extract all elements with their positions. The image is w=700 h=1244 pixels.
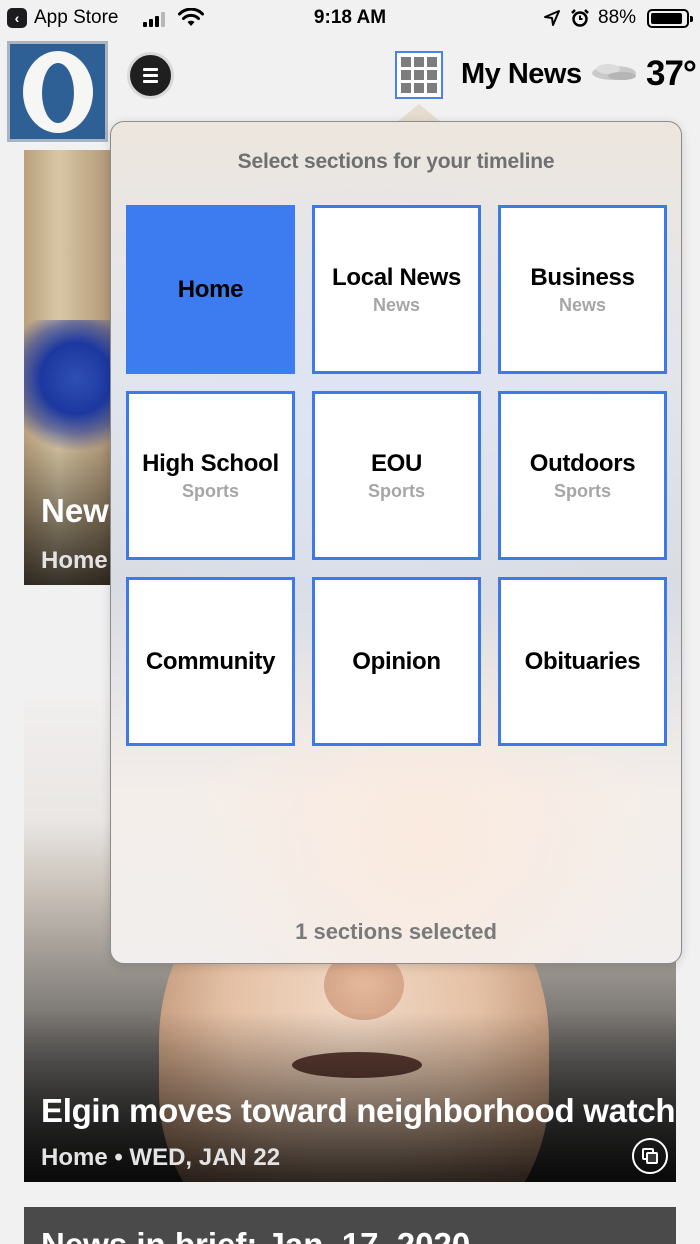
- my-news-title[interactable]: My News: [461, 58, 582, 91]
- section-tile-home[interactable]: Home: [126, 205, 295, 374]
- gallery-icon[interactable]: [632, 1138, 668, 1174]
- section-tile-business[interactable]: Business News: [498, 205, 667, 374]
- section-tile-obituaries[interactable]: Obituaries: [498, 577, 667, 746]
- section-tile-name: EOU: [370, 449, 423, 477]
- section-tile-category: News: [372, 294, 421, 315]
- section-tile-opinion[interactable]: Opinion: [312, 577, 481, 746]
- section-tile-category: Sports: [367, 480, 425, 501]
- sections-grid-icon[interactable]: [395, 51, 443, 99]
- section-tile-name: Local News: [331, 263, 462, 291]
- section-tile-local-news[interactable]: Local News News: [312, 205, 481, 374]
- section-tile-name: Opinion: [352, 647, 441, 675]
- section-tile-community[interactable]: Community: [126, 577, 295, 746]
- hamburger-menu-icon[interactable]: [127, 52, 174, 99]
- section-tile-name: Business: [530, 263, 635, 291]
- battery-percent: 88%: [598, 7, 637, 28]
- story-photo: [24, 320, 110, 450]
- section-tile-name: Community: [145, 647, 276, 675]
- battery-icon: [647, 9, 693, 28]
- section-tile-category: Sports: [553, 480, 611, 501]
- story-title: Elgin moves toward neighborhood watch: [41, 1092, 676, 1129]
- section-tile-name: Outdoors: [529, 449, 636, 477]
- alarm-icon: [571, 9, 589, 27]
- section-tile-eou[interactable]: EOU Sports: [312, 391, 481, 560]
- story-title: News: [41, 492, 110, 529]
- story-meta: Home: [41, 547, 108, 574]
- picker-title: Select sections for your timeline: [237, 150, 555, 173]
- popover-arrow: [397, 104, 441, 122]
- section-tile-category: News: [558, 294, 607, 315]
- section-picker-popover: Select sections for your timeline Home L…: [110, 121, 682, 964]
- story-meta: Home • WED, JAN 22: [41, 1144, 281, 1171]
- temperature[interactable]: 37°: [646, 54, 697, 94]
- story-title: News in brief: Jan. 17, 2020: [41, 1226, 470, 1244]
- observer-logo[interactable]: [7, 41, 108, 142]
- selected-count: 1 sections selected: [295, 919, 497, 944]
- location-arrow-icon: [544, 10, 560, 26]
- section-tile-high-school[interactable]: High School Sports: [126, 391, 295, 560]
- story-card[interactable]: News in brief: Jan. 17, 2020: [24, 1207, 676, 1244]
- story-card[interactable]: News Home: [24, 150, 110, 585]
- section-tile-name: Obituaries: [524, 647, 641, 675]
- status-time: 9:18 AM: [313, 7, 387, 28]
- cloudy-icon: [592, 64, 636, 80]
- section-tile-outdoors[interactable]: Outdoors Sports: [498, 391, 667, 560]
- section-tile-name: High School: [142, 449, 279, 477]
- status-bar: ‹ App Store 9:18 AM 88%: [0, 0, 700, 36]
- section-tile-name: Home: [177, 275, 244, 303]
- section-tile-category: Sports: [181, 480, 239, 501]
